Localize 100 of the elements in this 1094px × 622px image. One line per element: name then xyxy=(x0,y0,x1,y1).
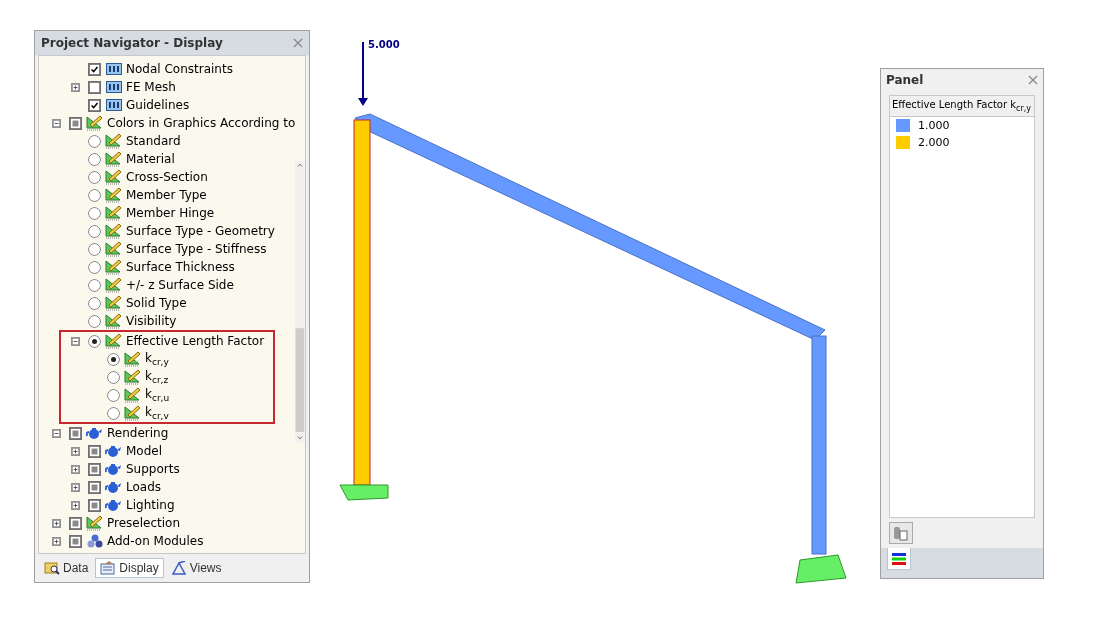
radio-button[interactable] xyxy=(88,152,101,166)
tree-item-label[interactable]: Surface Type - Geometry xyxy=(123,224,275,238)
checkbox[interactable] xyxy=(88,462,101,476)
radio-button[interactable] xyxy=(88,170,101,184)
color-pencil-icon xyxy=(124,351,141,367)
color-pencil-icon xyxy=(124,387,141,403)
tree-item-label[interactable]: Standard xyxy=(123,134,181,148)
radio-button[interactable] xyxy=(88,334,101,348)
navigator-tab[interactable]: Display xyxy=(95,558,164,578)
checkbox[interactable] xyxy=(88,444,101,458)
checkbox[interactable] xyxy=(69,516,82,530)
tree-item-label[interactable]: Member Hinge xyxy=(123,206,215,220)
number-format-icon xyxy=(105,99,122,111)
tree-item-label[interactable]: k$_{cr,z}$ xyxy=(142,368,169,386)
tree-item-label[interactable]: FE Mesh xyxy=(123,80,176,94)
collapse-icon[interactable] xyxy=(71,336,80,346)
checkbox[interactable] xyxy=(69,426,82,440)
collapse-icon[interactable] xyxy=(52,428,61,438)
color-pencil-icon xyxy=(105,277,122,293)
radio-button[interactable] xyxy=(88,278,101,292)
color-pencil-icon xyxy=(105,205,122,221)
tree-item-label[interactable]: Surface Thickness xyxy=(123,260,235,274)
color-pencil-icon xyxy=(105,313,122,329)
radio-button[interactable] xyxy=(107,388,120,402)
tree-item-label[interactable]: Material xyxy=(123,152,175,166)
color-pencil-icon xyxy=(105,241,122,257)
expand-icon[interactable] xyxy=(71,82,80,92)
checkbox[interactable] xyxy=(88,80,101,94)
tree-item-label[interactable]: Cross-Section xyxy=(123,170,208,184)
tree-item-label[interactable]: Add-on Modules xyxy=(104,534,204,548)
tree-item-label[interactable]: Visibility xyxy=(123,314,177,328)
color-pencil-icon xyxy=(105,295,122,311)
tree-item-label[interactable]: +/- z Surface Side xyxy=(123,278,234,292)
radio-button[interactable] xyxy=(107,406,120,420)
tree-item-label[interactable]: Guidelines xyxy=(123,98,190,112)
radio-button[interactable] xyxy=(88,260,101,274)
teapot-icon xyxy=(86,426,103,440)
color-pencil-icon xyxy=(105,223,122,239)
checkbox[interactable] xyxy=(88,498,101,512)
teapot-icon xyxy=(105,462,122,476)
teapot-icon xyxy=(105,444,122,458)
color-pencil-icon xyxy=(124,369,141,385)
tree-item-label[interactable]: k$_{cr,v}$ xyxy=(142,404,169,422)
navigator-tab[interactable]: Views xyxy=(165,558,227,578)
tree-item-label[interactable]: Member Type xyxy=(123,188,207,202)
radio-button[interactable] xyxy=(88,242,101,256)
tree-item-label[interactable]: Preselection xyxy=(104,516,180,530)
tree-item-label[interactable]: k$_{cr,u}$ xyxy=(142,386,170,404)
checkbox[interactable] xyxy=(88,480,101,494)
number-format-icon xyxy=(105,81,122,93)
radio-button[interactable] xyxy=(88,206,101,220)
tree-item-label[interactable]: Effective Length Factor xyxy=(123,334,265,348)
color-pencil-icon xyxy=(86,515,103,531)
tree-item-label[interactable]: Supports xyxy=(123,462,180,476)
color-pencil-icon xyxy=(86,115,103,131)
frame-structure-drawing: 5.000 xyxy=(310,0,870,600)
radio-button[interactable] xyxy=(88,134,101,148)
navigator-tab[interactable]: Data xyxy=(39,558,94,578)
panel-title: Project Navigator - Display xyxy=(41,36,223,50)
radio-button[interactable] xyxy=(88,314,101,328)
legend-value: 1.000 xyxy=(918,119,950,132)
views-icon xyxy=(170,561,187,575)
number-format-icon xyxy=(105,63,122,75)
color-pencil-icon xyxy=(105,169,122,185)
radio-button[interactable] xyxy=(88,296,101,310)
color-pencil-icon xyxy=(105,259,122,275)
close-icon[interactable] xyxy=(1028,75,1038,85)
expand-icon[interactable] xyxy=(71,446,80,456)
panel-title: Panel xyxy=(886,73,924,87)
tree-item-label[interactable]: k$_{cr,y}$ xyxy=(142,350,169,368)
tree-item-label[interactable]: Solid Type xyxy=(123,296,187,310)
color-scale-tab[interactable] xyxy=(887,548,911,570)
expand-icon[interactable] xyxy=(71,464,80,474)
tree-item-label[interactable]: Rendering xyxy=(104,426,169,440)
radio-button[interactable] xyxy=(88,224,101,238)
legend-title: Effective Length Factor k$_{cr,y}$ xyxy=(890,96,1034,117)
display-icon xyxy=(100,561,117,575)
expand-icon[interactable] xyxy=(71,482,80,492)
tree-item-label[interactable]: Surface Type - Stiffness xyxy=(123,242,267,256)
legend-value: 2.000 xyxy=(918,136,950,149)
color-pencil-icon xyxy=(105,133,122,149)
checkbox[interactable] xyxy=(88,62,101,76)
radio-button[interactable] xyxy=(88,188,101,202)
radio-button[interactable] xyxy=(107,352,120,366)
expand-icon[interactable] xyxy=(71,500,80,510)
tree-item-label[interactable]: Colors in Graphics According to xyxy=(104,116,296,130)
tree-item-label[interactable]: Lighting xyxy=(123,498,175,512)
teapot-icon xyxy=(105,498,122,512)
color-bars-icon xyxy=(891,551,907,566)
checkbox[interactable] xyxy=(69,534,82,548)
collapse-icon[interactable] xyxy=(52,118,61,128)
tree-item-label[interactable]: Loads xyxy=(123,480,162,494)
checkbox[interactable] xyxy=(88,98,101,112)
tree-item-label[interactable]: Model xyxy=(123,444,163,458)
checkbox[interactable] xyxy=(69,116,82,130)
close-icon[interactable] xyxy=(293,38,303,48)
radio-button[interactable] xyxy=(107,370,120,384)
expand-icon[interactable] xyxy=(52,536,61,546)
expand-icon[interactable] xyxy=(52,518,61,528)
tree-item-label[interactable]: Nodal Constraints xyxy=(123,62,233,76)
